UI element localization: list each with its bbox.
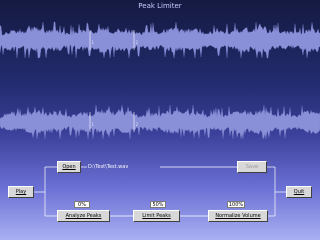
play-button[interactable]: Play — [8, 186, 34, 198]
file-path-label: D:\Test\Test.wav — [88, 164, 129, 170]
open-button[interactable]: Open — [57, 161, 81, 173]
limit-percent-field[interactable]: 50% — [150, 201, 166, 208]
limit-peaks-button[interactable]: Limit Peaks — [133, 210, 180, 222]
normalize-volume-button[interactable]: Normalize Volume — [208, 210, 268, 222]
peak-limiter-window: Peak Limiter 1 1 2 2 Play Open D:\Test\T… — [0, 0, 320, 240]
save-button[interactable]: Save — [237, 161, 267, 173]
analyze-peaks-button[interactable]: Analyze Peaks — [57, 210, 110, 222]
analyze-percent-field[interactable]: 0% — [74, 201, 90, 208]
normalize-percent-field[interactable]: 100% — [227, 201, 245, 208]
quit-button[interactable]: Quit — [286, 186, 312, 198]
